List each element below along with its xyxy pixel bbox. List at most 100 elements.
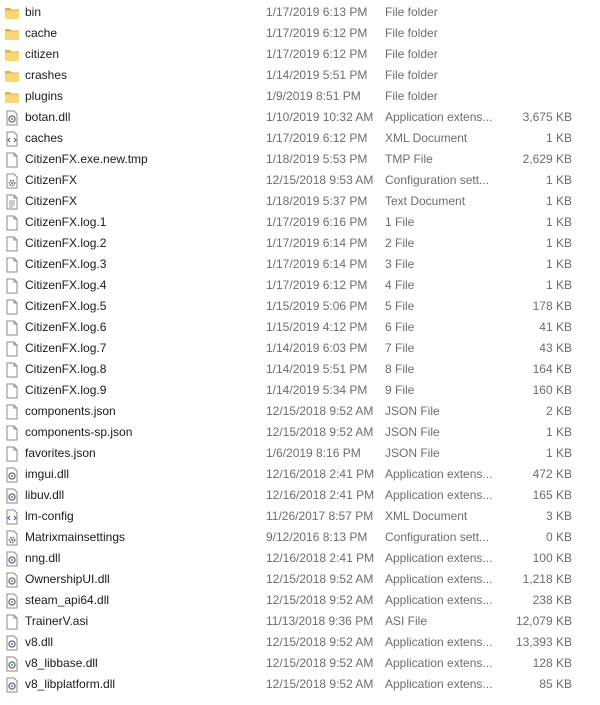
- file-row[interactable]: imgui.dll 12/16/2018 2:41 PM Application e…: [0, 464, 600, 485]
- file-row[interactable]: bin 1/17/2019 6:13 PM File folder: [0, 2, 600, 23]
- file-size: 128 KB: [532, 656, 572, 670]
- file-size: 1 KB: [545, 173, 572, 187]
- file-row[interactable]: CitizenFX.log.3 1/17/2019 6:14 PM 3 File 1 …: [0, 254, 600, 275]
- file-row[interactable]: libuv.dll 12/16/2018 2:41 PM Application e…: [0, 485, 600, 506]
- file-row[interactable]: v8.dll 12/15/2018 9:52 AM Application exte…: [0, 632, 600, 653]
- file-date-modified: 1/15/2019 5:06 PM: [266, 299, 368, 313]
- file-name: citizen: [25, 47, 60, 61]
- file-row[interactable]: CitizenFX.log.7 1/14/2019 6:03 PM 7 File 43…: [0, 338, 600, 359]
- file-icon: [4, 299, 20, 315]
- file-date-modified: 1/15/2019 4:12 PM: [266, 320, 368, 334]
- file-name: CitizenFX.log.8: [25, 362, 107, 376]
- file-name: components-sp.json: [25, 425, 133, 439]
- file-date-modified: 11/26/2017 8:57 PM: [266, 509, 374, 523]
- file-date-modified: 1/17/2019 6:16 PM: [266, 215, 368, 229]
- file-type: 8 File: [385, 362, 415, 376]
- folder-icon: [4, 89, 20, 105]
- file-name: favorites.json: [25, 446, 96, 460]
- file-row[interactable]: botan.dll 1/10/2019 10:32 AM Application e…: [0, 107, 600, 128]
- file-size: 3,675 KB: [522, 110, 572, 124]
- file-name: v8_libbase.dll: [25, 656, 98, 670]
- file-icon: [4, 425, 20, 441]
- file-size: 3 KB: [545, 509, 572, 523]
- file-size: 472 KB: [532, 467, 572, 481]
- file-row[interactable]: OwnershipUI.dll 12/15/2018 9:52 AM Applica…: [0, 569, 600, 590]
- file-list: bin 1/17/2019 6:13 PM File folder cache 1/17…: [0, 2, 600, 695]
- file-row[interactable]: Matrixmainsettings 9/12/2016 8:13 PM Confi…: [0, 527, 600, 548]
- text-icon: [4, 194, 20, 210]
- file-name: v8_libplatform.dll: [25, 677, 116, 691]
- file-row[interactable]: CitizenFX.log.8 1/14/2019 5:51 PM 8 File 16…: [0, 359, 600, 380]
- file-icon: [4, 152, 20, 168]
- folder-icon: [4, 68, 20, 84]
- file-row[interactable]: favorites.json 1/6/2019 8:16 PM JSON File 1…: [0, 443, 600, 464]
- file-row[interactable]: v8_libplatform.dll 12/15/2018 9:52 AM Appl…: [0, 674, 600, 695]
- file-date-modified: 12/15/2018 9:52 AM: [266, 404, 374, 418]
- file-date-modified: 1/17/2019 6:13 PM: [266, 5, 368, 19]
- file-date-modified: 12/16/2018 2:41 PM: [266, 488, 375, 502]
- file-row[interactable]: citizen 1/17/2019 6:12 PM File folder: [0, 44, 600, 65]
- dll-icon: [4, 488, 20, 504]
- file-row[interactable]: CitizenFX.log.9 1/14/2019 5:34 PM 9 File 16…: [0, 380, 600, 401]
- file-name: CitizenFX.log.9: [25, 383, 107, 397]
- file-row[interactable]: v8_libbase.dll 12/15/2018 9:52 AM Applicat…: [0, 653, 600, 674]
- file-type: Application extens...: [385, 488, 493, 502]
- file-size: 13,393 KB: [515, 635, 572, 649]
- file-type: 2 File: [385, 236, 415, 250]
- file-row[interactable]: CitizenFX 12/15/2018 9:53 AM Configuration…: [0, 170, 600, 191]
- file-type: Configuration sett...: [385, 173, 490, 187]
- file-date-modified: 12/15/2018 9:52 AM: [266, 635, 374, 649]
- file-row[interactable]: nng.dll 12/16/2018 2:41 PM Application ext…: [0, 548, 600, 569]
- file-row[interactable]: TrainerV.asi 11/13/2018 9:36 PM ASI File 12…: [0, 611, 600, 632]
- file-row[interactable]: CitizenFX.log.5 1/15/2019 5:06 PM 5 File 17…: [0, 296, 600, 317]
- file-date-modified: 1/6/2019 8:16 PM: [266, 446, 361, 460]
- file-size: 41 KB: [539, 320, 572, 334]
- file-name: CitizenFX: [25, 194, 78, 208]
- file-name: TrainerV.asi: [25, 614, 89, 628]
- file-type: Application extens...: [385, 593, 493, 607]
- file-row[interactable]: lm-config 11/26/2017 8:57 PM XML Document 3…: [0, 506, 600, 527]
- file-row[interactable]: CitizenFX.log.6 1/15/2019 4:12 PM 6 File 41…: [0, 317, 600, 338]
- file-row[interactable]: caches 1/17/2019 6:12 PM XML Document 1 KB: [0, 128, 600, 149]
- xml-icon: [4, 131, 20, 147]
- file-row[interactable]: CitizenFX.log.2 1/17/2019 6:14 PM 2 File 1 …: [0, 233, 600, 254]
- file-size: 1 KB: [545, 425, 572, 439]
- file-type: File folder: [385, 68, 438, 82]
- folder-icon: [4, 26, 20, 42]
- file-name: crashes: [25, 68, 68, 82]
- file-row[interactable]: CitizenFX.log.4 1/17/2019 6:12 PM 4 File 1 …: [0, 275, 600, 296]
- file-name: CitizenFX.exe.new.tmp: [25, 152, 148, 166]
- dll-icon: [4, 467, 20, 483]
- file-date-modified: 11/13/2018 9:36 PM: [266, 614, 374, 628]
- file-row[interactable]: crashes 1/14/2019 5:51 PM File folder: [0, 65, 600, 86]
- file-size: 238 KB: [532, 593, 572, 607]
- file-type: Application extens...: [385, 656, 493, 670]
- file-date-modified: 12/15/2018 9:52 AM: [266, 425, 374, 439]
- file-date-modified: 12/16/2018 2:41 PM: [266, 551, 375, 565]
- file-date-modified: 1/14/2019 5:51 PM: [266, 362, 368, 376]
- file-type: 6 File: [385, 320, 415, 334]
- file-date-modified: 12/15/2018 9:52 AM: [266, 593, 374, 607]
- file-name: OwnershipUI.dll: [25, 572, 110, 586]
- file-name: Matrixmainsettings: [25, 530, 126, 544]
- file-icon: [4, 614, 20, 630]
- file-row[interactable]: CitizenFX.log.1 1/17/2019 6:16 PM 1 File 1 …: [0, 212, 600, 233]
- file-row[interactable]: components-sp.json 12/15/2018 9:52 AM JSON…: [0, 422, 600, 443]
- file-name: nng.dll: [25, 551, 61, 565]
- file-type: Configuration sett...: [385, 530, 490, 544]
- file-row[interactable]: components.json 12/15/2018 9:52 AM JSON Fi…: [0, 401, 600, 422]
- file-icon: [4, 236, 20, 252]
- file-row[interactable]: CitizenFX 1/18/2019 5:37 PM Text Document 1…: [0, 191, 600, 212]
- file-row[interactable]: plugins 1/9/2019 8:51 PM File folder: [0, 86, 600, 107]
- file-date-modified: 1/17/2019 6:12 PM: [266, 26, 368, 40]
- file-row[interactable]: cache 1/17/2019 6:12 PM File folder: [0, 23, 600, 44]
- file-row[interactable]: steam_api64.dll 12/15/2018 9:52 AM Applica…: [0, 590, 600, 611]
- file-date-modified: 1/10/2019 10:32 AM: [266, 110, 374, 124]
- file-type: 1 File: [385, 215, 415, 229]
- file-type: Text Document: [385, 194, 466, 208]
- file-row[interactable]: CitizenFX.exe.new.tmp 1/18/2019 5:53 PM TM…: [0, 149, 600, 170]
- file-type: File folder: [385, 5, 438, 19]
- dll-icon: [4, 635, 20, 651]
- file-name: CitizenFX.log.6: [25, 320, 107, 334]
- file-type: Application extens...: [385, 551, 493, 565]
